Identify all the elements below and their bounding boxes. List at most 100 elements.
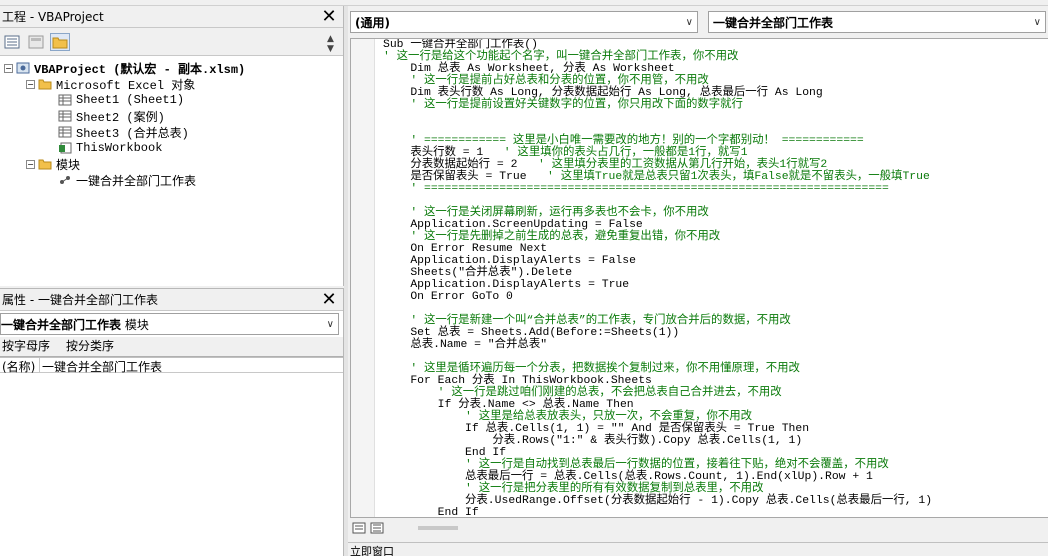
code-line[interactable]: ' 这一行是新建一个叫“合并总表”的工作表，专门放合并后的数据，不用改: [383, 315, 932, 327]
code-line[interactable]: Application.ScreenUpdating = False: [383, 219, 932, 231]
tree-item-sheet3[interactable]: Sheet3 (合并总表): [0, 124, 343, 141]
collapse-icon[interactable]: −: [26, 159, 35, 169]
tree-item-sheet3-label: Sheet3 (合并总表): [76, 126, 189, 141]
code-line[interactable]: ' 这一行是提前占好总表和分表的位置，你不用管，不用改: [383, 75, 932, 87]
view-code-icon[interactable]: [2, 33, 22, 51]
view-object-icon[interactable]: [26, 33, 46, 51]
folder-open-icon: [38, 79, 52, 90]
code-line[interactable]: ' 这一行是把分表里的所有有效数据复制到总表里，不用改: [383, 483, 932, 495]
code-line[interactable]: 是否保留表头 = True ' 这里填True就是总表只留1次表头，填False…: [383, 171, 932, 183]
tree-item-sheet1-label: Sheet1 (Sheet1): [76, 93, 185, 107]
code-line[interactable]: End If: [383, 507, 932, 517]
tree-item-sheet2[interactable]: Sheet2 (案例): [0, 108, 343, 125]
code-line[interactable]: ' 这一行是提前设置好关键数字的位置，你只用改下面的数字就行: [383, 99, 932, 111]
code-line[interactable]: If 分表.Name <> 总表.Name Then: [383, 399, 932, 411]
code-line[interactable]: ' ============ 这里是小白唯一需要改的地方！别的一个字都别动！ =…: [383, 135, 932, 147]
code-line[interactable]: If 总表.Cells(1, 1) = "" And 是否保留表头 = True…: [383, 423, 932, 435]
tree-item-modules-label: 模块: [56, 158, 81, 173]
immediate-window-title: 立即窗口: [348, 542, 1048, 556]
code-line[interactable]: Sub 一键合并全部门工作表(): [383, 39, 932, 51]
code-line[interactable]: Sheets("合并总表").Delete: [383, 267, 932, 279]
code-line[interactable]: End If: [383, 447, 932, 459]
tree-item-root[interactable]: − VBAProject (默认宏 - 副本.xlsm): [0, 60, 343, 77]
properties-title: 属性 - 一键合并全部门工作表: [2, 293, 158, 307]
code-line[interactable]: ' 这一行是跳过咱们刚建的总表，不会把总表自己合并进去，不用改: [383, 387, 932, 399]
code-line[interactable]: Dim 表头行数 As Long, 分表数据起始行 As Long, 总表最后一…: [383, 87, 932, 99]
close-icon[interactable]: ✕: [319, 289, 339, 310]
code-line[interactable]: ' 这里是给总表放表头，只放一次，不会重复，你不用改: [383, 411, 932, 423]
code-line[interactable]: [383, 123, 932, 135]
code-line[interactable]: 分表.UsedRange.Offset(分表数据起始行 - 1).Copy 总表…: [383, 495, 932, 507]
chevron-down-icon[interactable]: ▲ ▼: [327, 34, 339, 54]
code-line[interactable]: 分表数据起始行 = 2 ' 这里填分表里的工资数据从第几行开始，表头1行就写2: [383, 159, 932, 171]
object-combo-value: (通用): [355, 15, 390, 30]
code-line[interactable]: Dim 总表 As Worksheet, 分表 As Worksheet: [383, 63, 932, 75]
tree-item-module[interactable]: 一键合并全部门工作表: [0, 172, 343, 189]
properties-tabs: 按字母序 按分类序: [0, 337, 343, 357]
tree-item-thisworkbook-label: ThisWorkbook: [76, 141, 163, 155]
horizontal-scrollbar[interactable]: [418, 526, 458, 530]
code-editor[interactable]: Sub 一键合并全部门工作表() ' 这一行是给这个功能起个名字，叫一键合并全部门…: [350, 38, 1048, 518]
object-combo[interactable]: (通用) ∨: [350, 11, 698, 33]
chevron-down-icon[interactable]: ∨: [327, 319, 334, 330]
code-window: (通用) ∨ 一键合并全部门工作表 ∨ Sub 一键合并全部门工作表() ' 这一…: [348, 8, 1048, 538]
tree-item-excel-objects[interactable]: − Microsoft Excel 对象: [0, 76, 343, 93]
code-line[interactable]: ' 这一行是先删掉之前生成的总表，避免重复出错，你不用改: [383, 231, 932, 243]
module-icon: [60, 176, 70, 184]
code-line[interactable]: ' 这一行是自动找到总表最后一行数据的位置，接着往下贴，绝对不会覆盖，不用改: [383, 459, 932, 471]
code-line[interactable]: Set 总表 = Sheets.Add(Before:=Sheets(1)): [383, 327, 932, 339]
collapse-icon[interactable]: −: [4, 63, 13, 73]
code-line[interactable]: [383, 351, 932, 363]
code-line[interactable]: 表头行数 = 1 ' 这里填你的表头占几行，一般都是1行，就写1: [383, 147, 932, 159]
code-text[interactable]: Sub 一键合并全部门工作表() ' 这一行是给这个功能起个名字，叫一键合并全部门…: [383, 39, 932, 517]
chevron-down-icon[interactable]: ∨: [1034, 17, 1041, 28]
code-line[interactable]: ' 这一行是关闭屏幕刷新，运行再多表也不会卡，你不用改: [383, 207, 932, 219]
property-row[interactable]: (名称) 一键合并全部门工作表: [0, 358, 343, 374]
project-explorer-titlebar: 工程 - VBAProject ✕: [0, 6, 343, 28]
code-line[interactable]: [383, 111, 932, 123]
code-line[interactable]: [383, 195, 932, 207]
code-window-combos: (通用) ∨ 一键合并全部门工作表 ∨: [348, 8, 1048, 36]
close-icon[interactable]: ✕: [319, 6, 339, 27]
worksheet-icon: [58, 110, 72, 122]
project-tree: − VBAProject (默认宏 - 副本.xlsm) − Microsoft…: [0, 56, 343, 189]
property-key: (名称): [0, 358, 40, 374]
tab-alphabetic[interactable]: 按字母序: [2, 337, 52, 356]
tree-item-excel-objects-label: Microsoft Excel 对象: [56, 78, 196, 93]
tree-item-modules[interactable]: − 模块: [0, 156, 343, 173]
code-line[interactable]: Application.DisplayAlerts = False: [383, 255, 932, 267]
chevron-down-icon[interactable]: ∨: [686, 17, 693, 28]
tree-item-thisworkbook[interactable]: ThisWorkbook: [0, 140, 343, 156]
project-explorer-toolbar: ▲ ▼: [0, 28, 343, 56]
code-line[interactable]: ' 这一行是给这个功能起个名字，叫一键合并全部门工作表，你不用改: [383, 51, 932, 63]
code-line[interactable]: ' ======================================…: [383, 183, 932, 195]
properties-panel: 属性 - 一键合并全部门工作表 ✕ 一键合并全部门工作表 模块 ∨ 按字母序 按…: [0, 288, 344, 556]
procedure-combo[interactable]: 一键合并全部门工作表 ∨: [708, 11, 1046, 33]
tree-item-sheet1[interactable]: Sheet1 (Sheet1): [0, 92, 343, 108]
properties-grid: (名称) 一键合并全部门工作表: [0, 357, 343, 374]
object-select-type: 模块: [124, 317, 149, 332]
code-margin: [351, 39, 375, 517]
workbook-icon: [59, 142, 72, 154]
property-value[interactable]: 一键合并全部门工作表: [40, 358, 162, 374]
code-line[interactable]: 总表最后一行 = 总表.Cells(总表.Rows.Count, 1).End(…: [383, 471, 932, 483]
code-line[interactable]: [383, 303, 932, 315]
folder-open-icon: [38, 159, 52, 170]
tab-categorized[interactable]: 按分类序: [66, 337, 116, 356]
code-line[interactable]: On Error Resume Next: [383, 243, 932, 255]
collapse-icon[interactable]: −: [26, 79, 35, 89]
code-line[interactable]: 分表.Rows("1:" & 表头行数).Copy 总表.Cells(1, 1): [383, 435, 932, 447]
procedure-view-icon[interactable]: [352, 522, 366, 534]
toggle-folders-icon[interactable]: [50, 32, 70, 51]
code-line[interactable]: Application.DisplayAlerts = True: [383, 279, 932, 291]
code-line[interactable]: 总表.Name = "合并总表": [383, 339, 932, 351]
code-line[interactable]: ' 这里是循环遍历每一个分表，把数据挨个复制过来，你不用懂原理，不用改: [383, 363, 932, 375]
worksheet-icon: [58, 94, 72, 106]
full-module-view-icon[interactable]: [370, 522, 384, 534]
code-line[interactable]: For Each 分表 In ThisWorkbook.Sheets: [383, 375, 932, 387]
project-explorer-panel: 工程 - VBAProject ✕ ▲ ▼ − VBAProject (默认宏 -…: [0, 6, 344, 286]
object-select[interactable]: 一键合并全部门工作表 模块 ∨: [0, 313, 339, 335]
code-view-bar: [350, 518, 1048, 538]
tree-item-root-label: VBAProject (默认宏 - 副本.xlsm): [34, 62, 246, 77]
code-line[interactable]: On Error GoTo 0: [383, 291, 932, 303]
